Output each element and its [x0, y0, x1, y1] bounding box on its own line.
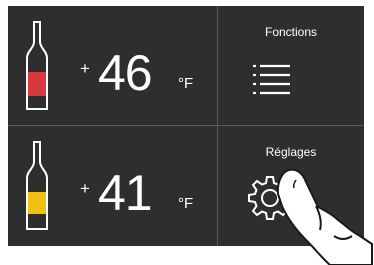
bottle-level-upper — [28, 72, 46, 96]
lower-zone-temperature-panel[interactable]: + 41 °F — [8, 126, 217, 246]
settings-button[interactable]: Réglages — [218, 126, 364, 246]
temperature-value-upper: 46 — [98, 45, 153, 101]
functions-label: Fonctions — [264, 25, 318, 39]
gear-icon — [248, 176, 292, 220]
list-menu-icon — [253, 64, 290, 95]
temperature-value-lower: 41 — [98, 165, 153, 221]
temperature-sign-upper: + — [80, 59, 90, 78]
settings-label: Réglages — [265, 145, 317, 159]
bottle-level-lower — [28, 192, 46, 214]
functions-button[interactable]: Fonctions — [218, 6, 364, 125]
wine-bottle-icon-upper — [26, 21, 48, 110]
temperature-sign-lower: + — [80, 179, 90, 198]
temperature-unit-lower: °F — [178, 195, 194, 212]
wine-bottle-icon-lower — [26, 141, 48, 230]
upper-zone-temperature-panel[interactable]: + 46 °F — [8, 6, 217, 125]
temperature-unit-upper: °F — [178, 75, 194, 92]
